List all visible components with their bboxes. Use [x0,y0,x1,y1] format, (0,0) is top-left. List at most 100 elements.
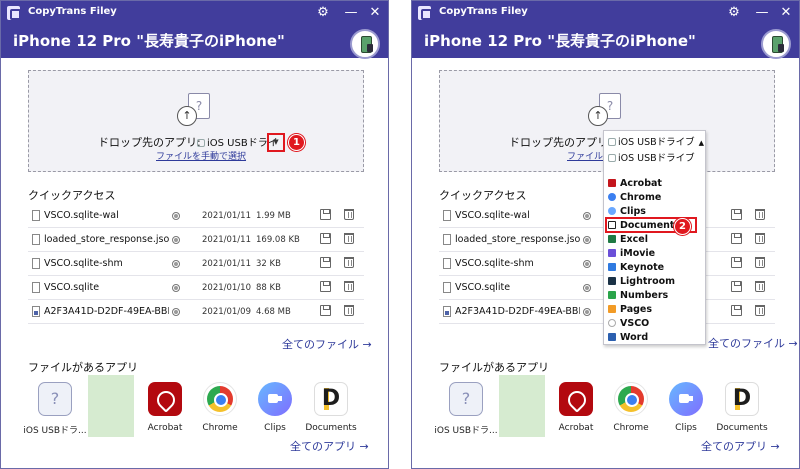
dropdown-option-pages[interactable]: Pages [607,304,704,318]
device-title: iPhone 12 Pro "長寿貴子のiPhone" [424,32,696,50]
dropdown-current-value[interactable]: iOS USBドライブ ▲ [608,134,704,148]
blurred-app-tile[interactable] [499,375,545,437]
dropdown-option-numbers[interactable]: Numbers [607,290,704,304]
save-icon[interactable] [731,281,742,292]
dropdown-option-ios-usb[interactable]: iOS USBドライブ [608,150,695,164]
chevron-up-icon: ▲ [698,139,705,147]
file-icon [443,210,451,221]
chrome-icon [614,382,648,416]
blurred-app-tile[interactable] [88,375,134,437]
save-icon[interactable] [731,305,742,316]
device-header: iPhone 12 Pro "長寿貴子のiPhone" [1,25,388,59]
file-icon [32,282,40,293]
dropdown-option-word[interactable]: Word [607,332,704,346]
file-icon [32,258,40,269]
app-tile-documents[interactable]: Documents [303,382,359,433]
save-icon[interactable] [731,257,742,268]
excel-icon [608,235,616,243]
file-size: 169.08 KB [256,235,300,245]
app-tile-clips[interactable]: Clips [658,382,714,433]
file-row[interactable]: VSCO.sqlite 2021/01/10 88 KB [28,277,364,300]
all-files-link[interactable]: 全てのファイル → [708,335,798,351]
trash-icon[interactable] [344,209,354,220]
device-phone-icon[interactable] [761,29,791,59]
file-size: 1.99 MB [256,211,291,221]
trash-icon[interactable] [344,257,354,268]
app-window-step1: CopyTrans Filey ⚙ — ✕ iPhone 12 Pro "長寿貴… [0,0,389,469]
file-date: 2021/01/11 [202,235,251,245]
file-row[interactable]: A2F3A41D-D2DF-49EA-BBF... 2021/01/09 4.6… [28,301,364,324]
trash-icon[interactable] [344,305,354,316]
close-icon[interactable]: ✕ [366,4,384,22]
save-icon[interactable] [320,281,331,292]
file-name: VSCO.sqlite [44,282,100,293]
dropdown-option-imovie[interactable]: iMovie [607,248,704,262]
dropdown-option-vsco[interactable]: VSCO [607,318,704,332]
trash-icon[interactable] [755,209,765,220]
trash-icon[interactable] [344,281,354,292]
save-icon[interactable] [320,305,331,316]
vsco-icon [608,319,616,327]
file-size: 32 KB [256,259,281,269]
all-files-link[interactable]: 全てのファイル → [282,336,372,352]
manual-select-link[interactable]: ファイルを手動で選択 [156,149,246,162]
imovie-icon [608,249,616,257]
drop-target-label: ドロップ先のアプリ: [509,136,612,149]
save-icon[interactable] [731,233,742,244]
app-tile-ios-usb[interactable]: ? iOS USBドラ... [23,382,87,436]
app-select-dropdown[interactable]: iOS USBドライブ ▲ iOS USBドライブ Acrobat Chrome … [603,130,706,345]
trash-icon[interactable] [755,233,765,244]
app-tile-documents[interactable]: Documents [714,382,770,433]
close-icon[interactable]: ✕ [777,4,795,22]
app-tile-clips[interactable]: Clips [247,382,303,433]
gear-icon[interactable]: ⚙ [314,4,332,22]
save-icon[interactable] [320,257,331,268]
copytrans-logo-icon [7,6,21,20]
save-icon[interactable] [731,209,742,220]
status-dot-icon [172,212,180,220]
file-date: 2021/01/10 [202,283,251,293]
highlight-box-step1 [267,133,285,152]
all-apps-link[interactable]: 全てのアプリ → [701,438,780,454]
trash-icon[interactable] [755,305,765,316]
save-icon[interactable] [320,233,331,244]
file-name: loaded_store_response.json [455,234,580,245]
app-tile-chrome[interactable]: Chrome [192,382,248,433]
minimize-icon[interactable]: — [342,4,360,22]
all-apps-link[interactable]: 全てのアプリ → [290,438,369,454]
drop-target-selected-app[interactable]: iOS USBドライ [197,134,278,149]
documents-icon [725,382,759,416]
file-row[interactable]: VSCO.sqlite-wal 2021/01/11 1.99 MB [28,205,364,228]
file-row[interactable]: VSCO.sqlite-shm 2021/01/11 32 KB [28,253,364,276]
apps-with-files-title: ファイルがあるアプリ [439,361,549,374]
device-phone-icon[interactable] [350,29,380,59]
clips-icon [669,382,703,416]
file-name: A2F3A41D-D2DF-49EA-BBF... [455,306,580,317]
title-bar: CopyTrans Filey ⚙ — ✕ [1,1,388,25]
copytrans-logo-icon [418,6,432,20]
ios-usb-drive-icon [608,154,616,162]
file-row[interactable]: loaded_store_response.json 2021/01/11 16… [28,229,364,252]
lightroom-icon [608,277,616,285]
dropdown-option-acrobat[interactable]: Acrobat [607,178,704,192]
save-icon[interactable] [320,209,331,220]
trash-icon[interactable] [755,281,765,292]
gear-icon[interactable]: ⚙ [725,4,743,22]
trash-icon[interactable] [344,233,354,244]
pages-icon [608,305,616,313]
app-tile-chrome[interactable]: Chrome [603,382,659,433]
status-dot-icon [583,236,591,244]
dropdown-option-excel[interactable]: Excel [607,234,704,248]
trash-icon[interactable] [755,257,765,268]
app-tile-acrobat[interactable]: Acrobat [548,382,604,433]
dropdown-option-lightroom[interactable]: Lightroom [607,276,704,290]
minimize-icon[interactable]: — [753,4,771,22]
dropdown-option-keynote[interactable]: Keynote [607,262,704,276]
dropdown-option-chrome[interactable]: Chrome [607,192,704,206]
status-dot-icon [583,260,591,268]
file-name: VSCO.sqlite [455,282,511,293]
app-tile-ios-usb[interactable]: ? iOS USBドラ... [434,382,498,436]
file-icon [32,210,40,221]
app-tile-acrobat[interactable]: Acrobat [137,382,193,433]
acrobat-icon [559,382,593,416]
